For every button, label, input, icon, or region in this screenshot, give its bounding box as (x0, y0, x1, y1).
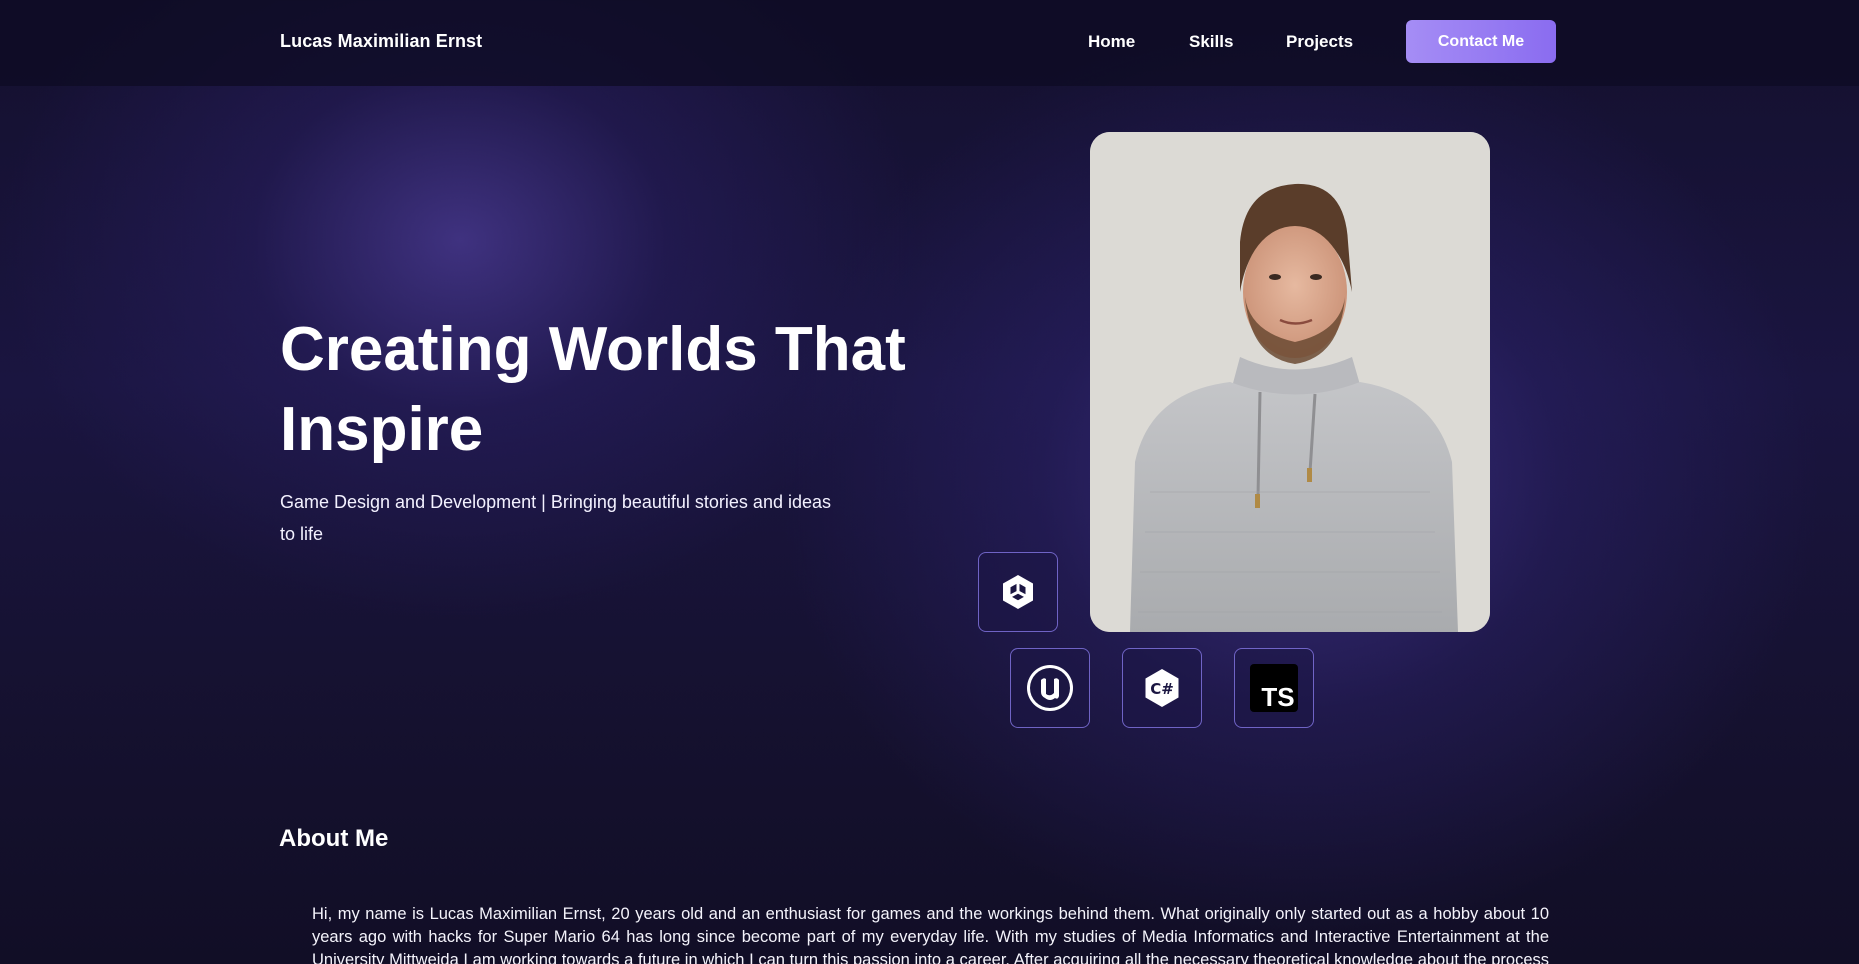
profile-photo (1090, 132, 1490, 632)
nav-skills[interactable]: Skills (1189, 32, 1233, 52)
skill-tile-csharp[interactable]: C# (1122, 648, 1202, 728)
person-photo-icon (1090, 132, 1490, 632)
csharp-icon: C# (1145, 669, 1179, 707)
unreal-engine-icon (1027, 665, 1073, 711)
typescript-icon: TS (1250, 664, 1298, 712)
unity-icon (1003, 575, 1033, 609)
nav-home[interactable]: Home (1088, 32, 1135, 52)
hero-title: Creating Worlds That Inspire (280, 315, 906, 464)
contact-me-button[interactable]: Contact Me (1406, 20, 1556, 63)
hero-subtitle: Game Design and Development | Bringing b… (280, 492, 831, 544)
skill-tile-unreal[interactable] (1010, 648, 1090, 728)
about-heading: About Me (279, 825, 389, 852)
navbar: Lucas Maximilian Ernst Home Skills Proje… (0, 0, 1859, 86)
brand-name[interactable]: Lucas Maximilian Ernst (280, 31, 482, 52)
skill-tile-unity[interactable] (978, 552, 1058, 632)
svg-text:C#: C# (1150, 680, 1174, 698)
svg-text:TS: TS (1261, 682, 1294, 712)
skill-tile-typescript[interactable]: TS (1234, 648, 1314, 728)
nav-projects[interactable]: Projects (1286, 32, 1353, 52)
about-text: Hi, my name is Lucas Maximilian Ernst, 2… (312, 905, 1549, 964)
